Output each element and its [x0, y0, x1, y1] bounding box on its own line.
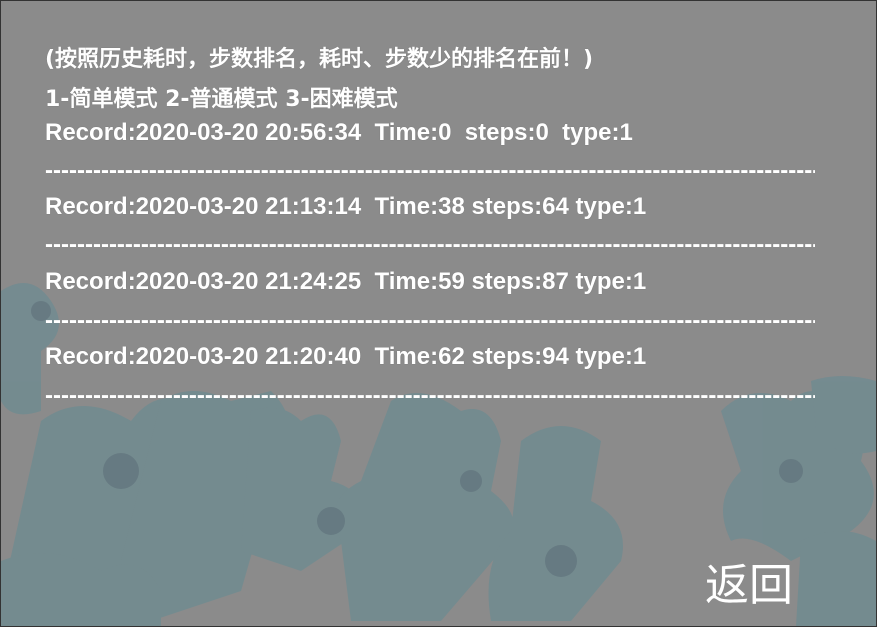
separator: ----------------------------------------… — [45, 309, 815, 333]
mode-legend: 1-简单模式 2-普通模式 3-困难模式 — [45, 87, 398, 112]
back-button[interactable]: 返回 — [705, 549, 793, 613]
record-row: Record:2020-03-20 21:24:25 Time:59 steps… — [45, 268, 647, 295]
separator: ----------------------------------------… — [45, 384, 815, 408]
ranking-note: (按照历史耗时，步数排名，耗时、步数少的排名在前！) — [45, 47, 594, 72]
record-row: Record:2020-03-20 20:56:34 Time:0 steps:… — [45, 119, 633, 146]
record-row: Record:2020-03-20 21:13:14 Time:38 steps… — [45, 193, 647, 220]
record-row: Record:2020-03-20 21:20:40 Time:62 steps… — [45, 343, 647, 370]
separator: ----------------------------------------… — [45, 159, 815, 183]
leaderboard-screen: (按照历史耗时，步数排名，耗时、步数少的排名在前！) 1-简单模式 2-普通模式… — [0, 0, 877, 627]
separator: ----------------------------------------… — [45, 233, 815, 257]
